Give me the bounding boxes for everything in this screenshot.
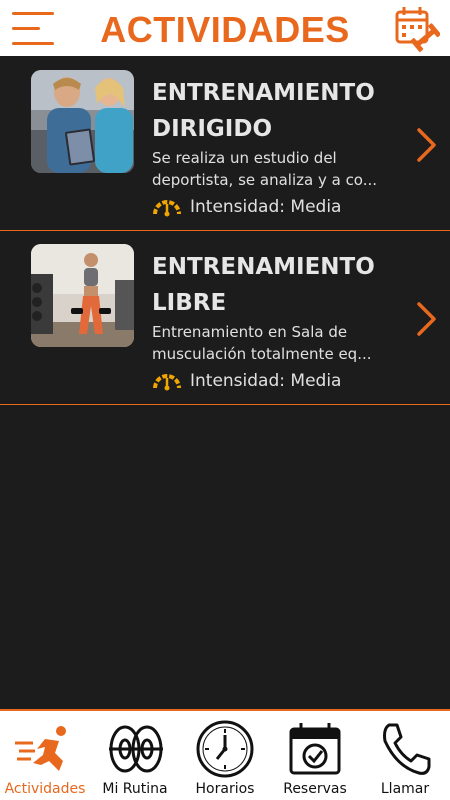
activity-description-line: musculación totalmente eq... bbox=[152, 345, 372, 363]
bottom-tab-bar: Actividades Mi Rutina Horarios Reservas … bbox=[0, 709, 450, 800]
tab-llamar[interactable]: Llamar bbox=[360, 711, 450, 800]
tab-horarios[interactable]: Horarios bbox=[180, 711, 270, 800]
activity-title: ENTRENAMIENTO LIBRE bbox=[152, 249, 402, 321]
intensity-label: Intensidad: Media bbox=[190, 197, 342, 217]
activity-description-line: deportista, se analiza y a co... bbox=[152, 171, 378, 189]
couple-with-tablet-photo bbox=[31, 70, 134, 173]
activity-title-line: ENTRENAMIENTO bbox=[152, 80, 375, 106]
activity-card[interactable]: ENTRENAMIENTO LIBRE Entrenamiento en Sal… bbox=[0, 231, 450, 405]
phone-icon bbox=[383, 723, 431, 775]
tab-mi-rutina[interactable]: Mi Rutina bbox=[90, 711, 180, 800]
activity-description-line: Entrenamiento en Sala de bbox=[152, 323, 348, 341]
tab-label: Reservas bbox=[283, 781, 347, 797]
chevron-right-icon[interactable] bbox=[414, 125, 440, 165]
gauge-icon bbox=[153, 374, 181, 391]
tab-actividades[interactable]: Actividades bbox=[0, 711, 90, 800]
tab-label: Actividades bbox=[4, 781, 86, 797]
intensity-row: Intensidad: Media bbox=[152, 369, 341, 393]
gauge-icon bbox=[153, 200, 181, 217]
activity-title: ENTRENAMIENTO DIRIGIDO bbox=[152, 75, 402, 147]
activity-title-line: DIRIGIDO bbox=[152, 116, 272, 142]
tab-label: Mi Rutina bbox=[102, 781, 168, 797]
intensity-label: Intensidad: Media bbox=[190, 371, 342, 391]
activity-title-line: ENTRENAMIENTO bbox=[152, 254, 375, 280]
calendar-check-icon bbox=[289, 723, 341, 775]
activity-description: Se realiza un estudio del deportista, se… bbox=[152, 147, 402, 191]
activity-description: Entrenamiento en Sala de musculación tot… bbox=[152, 321, 402, 365]
calendar-dumbbell-icon[interactable] bbox=[392, 4, 441, 52]
woman-lifting-dumbbells-photo bbox=[31, 244, 134, 347]
activity-description-line: Se realiza un estudio del bbox=[152, 149, 337, 167]
chevron-right-icon[interactable] bbox=[414, 299, 440, 339]
page-title: ACTIVIDADES bbox=[100, 9, 350, 50]
tab-reservas[interactable]: Reservas bbox=[270, 711, 360, 800]
clock-icon bbox=[196, 720, 254, 778]
activity-title-line: LIBRE bbox=[152, 290, 227, 316]
tab-label: Horarios bbox=[195, 781, 255, 797]
runner-icon bbox=[15, 726, 66, 771]
tab-label: Llamar bbox=[380, 781, 430, 797]
weight-plates-icon bbox=[109, 725, 163, 773]
intensity-row: Intensidad: Media bbox=[152, 195, 341, 219]
app-header: ACTIVIDADES bbox=[0, 0, 450, 56]
activity-list: ENTRENAMIENTO DIRIGIDO Se realiza un est… bbox=[0, 57, 450, 405]
activity-card[interactable]: ENTRENAMIENTO DIRIGIDO Se realiza un est… bbox=[0, 57, 450, 231]
